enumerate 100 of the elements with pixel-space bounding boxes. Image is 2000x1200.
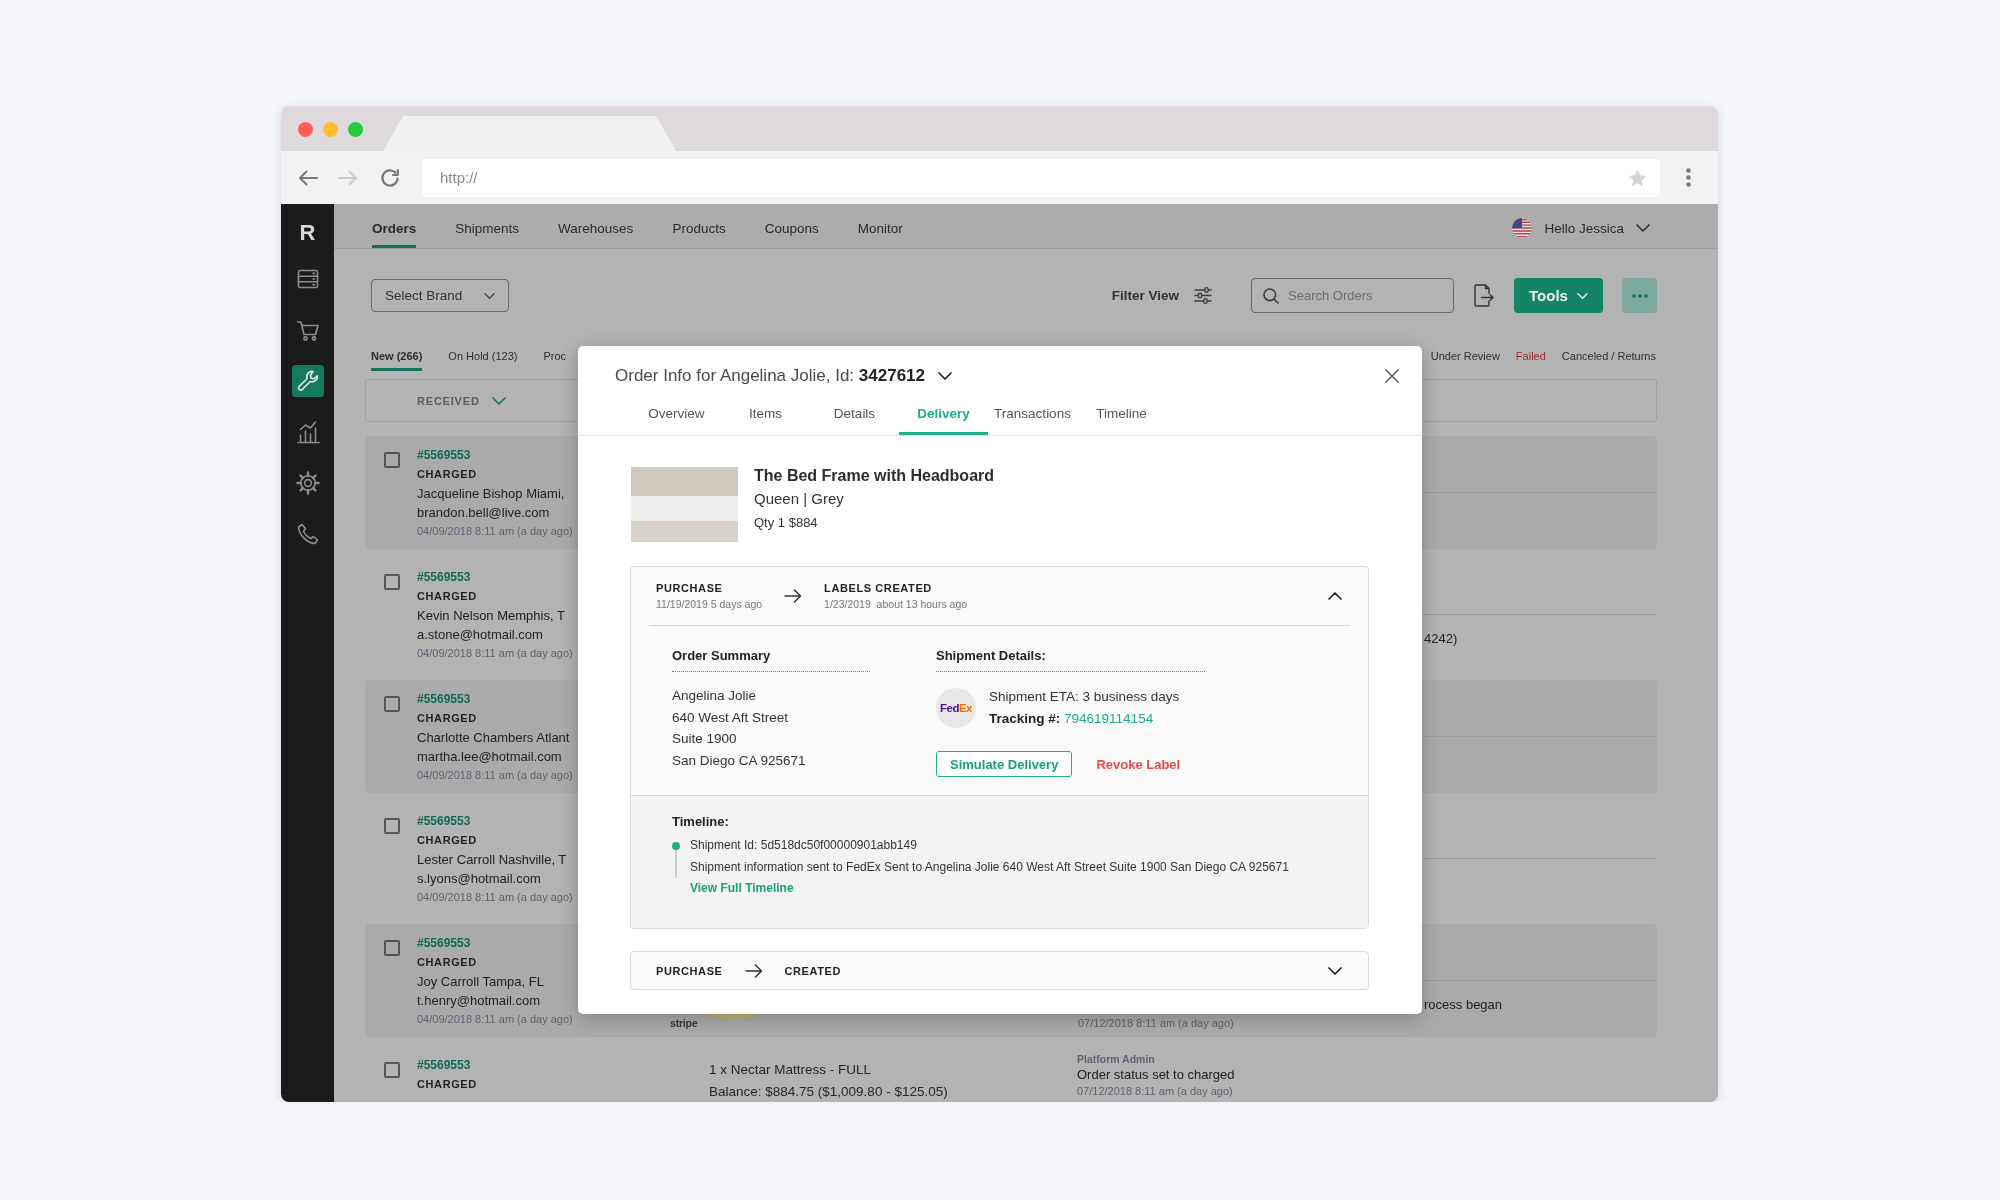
status-label: CHARGED (417, 833, 477, 848)
timeline-event-title: Shipment Id: 5d518dc50f00000901abb149 (690, 837, 917, 854)
status-label: CHARGED (417, 955, 477, 970)
action-button[interactable]: Simulate Delivery (936, 751, 1073, 777)
settings-icon[interactable] (295, 471, 320, 495)
status-tab[interactable]: New (266) (371, 343, 423, 371)
server-icon[interactable] (295, 267, 320, 291)
step-date: 11/19/2019 5 days ago (656, 597, 763, 612)
dots-icon (1631, 293, 1648, 298)
status-tab[interactable]: Proc (543, 343, 567, 371)
chevron-down-icon (1636, 224, 1650, 232)
timeline-dot-icon (672, 842, 680, 850)
nav-tab[interactable]: Products (672, 204, 726, 248)
customer-email: martha.lee@hotmail.com (417, 748, 562, 766)
address-line: Suite 1900 (672, 730, 737, 748)
order-detail-text: Balance: $884.75 ($1,009.80 - $125.05) (709, 1083, 948, 1101)
chevron-down-icon (491, 396, 506, 405)
wrench-icon[interactable] (291, 365, 324, 397)
status-tab[interactable]: Failed (1515, 343, 1546, 371)
order-date: 04/09/2018 8:11 am (a day ago) (417, 1012, 573, 1027)
filter-view-button[interactable]: Filter View (1111, 287, 1212, 304)
status-label: CHARGED (417, 589, 477, 604)
address-line: 640 West Aft Street (672, 708, 789, 727)
modal-tab[interactable]: Timeline (1077, 394, 1166, 435)
badge-icon (708, 1014, 759, 1019)
checkbox[interactable] (384, 452, 400, 468)
timeline-event-text: Shipment information sent to FedEx Sent to Angelina Jolie 640 West Aft Street Suite 1900 San Diego CA 925671 (690, 858, 1289, 876)
nav-tab[interactable]: Shipments (455, 204, 520, 248)
order-date: 04/09/2018 8:11 am (a day ago) (417, 646, 573, 661)
close-window-icon[interactable] (298, 122, 313, 137)
step-date: 1/23/2019 about 13 hours ago (824, 597, 968, 612)
activity-text: 4242) (1424, 630, 1458, 648)
chevron-down-icon (1576, 292, 1588, 299)
customer-name: Joy Carroll Tampa, FL (417, 973, 544, 991)
checkbox[interactable] (384, 696, 400, 712)
status-tab[interactable]: Under Review (1430, 343, 1500, 371)
nav-tab[interactable]: Warehouses (558, 204, 634, 248)
customer-name: Charlotte Chambers Atlant (417, 729, 570, 747)
order-date: 04/09/2018 8:11 am (a day ago) (417, 890, 573, 905)
kebab-menu-icon[interactable] (1686, 168, 1691, 187)
customer-email: s.lyons@hotmail.com (417, 870, 541, 888)
chevron-down-icon[interactable] (938, 372, 952, 380)
logo[interactable]: R (299, 221, 316, 245)
customer-name: Lester Carroll Nashville, T (417, 851, 567, 869)
checkbox[interactable] (384, 574, 400, 590)
step-label: PURCHASE (656, 963, 723, 979)
chart-icon[interactable] (295, 420, 320, 444)
customer-email: brandon.bell@live.com (417, 504, 550, 522)
close-icon[interactable] (1385, 369, 1399, 383)
arrow-right-icon (744, 963, 763, 978)
eta-text: Shipment ETA: 3 business days (989, 688, 1180, 706)
address-line: Angelina Jolie (672, 687, 757, 705)
sliders-icon (1194, 287, 1212, 304)
cart-icon[interactable] (295, 318, 320, 342)
section-title: Order Summary (672, 647, 771, 665)
modal-tab[interactable]: Transactions (988, 394, 1077, 435)
chevron-down-icon[interactable] (1328, 966, 1342, 975)
modal-tab[interactable]: Items (721, 394, 810, 435)
customer-name: Jacqueline Bishop Miami, (417, 485, 565, 503)
checkbox[interactable] (384, 1062, 400, 1078)
nav-tab[interactable]: Coupons (764, 204, 819, 248)
export-icon[interactable] (1473, 284, 1494, 307)
order-date: 04/09/2018 8:11 am (a day ago) (417, 524, 573, 539)
carrier-logo: FedEx (936, 688, 976, 728)
step-label: LABELS CREATED (824, 581, 932, 596)
status-tab[interactable]: On Hold (123) (448, 343, 518, 371)
chevron-up-icon[interactable] (1328, 592, 1342, 600)
arrow-right-icon (784, 589, 803, 603)
status-tab[interactable]: Canceled / Returns (1561, 343, 1656, 371)
status-label: CHARGED (417, 711, 477, 726)
activity-text: Order status set to charged (1077, 1067, 1235, 1083)
flag-icon (1512, 218, 1533, 238)
product-variant: Queen | Grey (754, 489, 844, 509)
search-icon (1263, 287, 1279, 304)
nav-tab[interactable]: Monitor (857, 204, 903, 248)
activity-time: 07/12/2018 8:11 am (a day ago) (1077, 1084, 1233, 1099)
phone-icon[interactable] (295, 522, 320, 546)
address-field[interactable]: http:// (422, 158, 1660, 197)
tools-button[interactable]: Tools (1514, 278, 1603, 313)
modal-tab[interactable]: Details (810, 394, 899, 435)
user-menu-button[interactable]: Hello Jessica (1544, 220, 1650, 236)
step-label: CREATED (784, 963, 842, 979)
chevron-down-icon (484, 292, 495, 299)
section-title: Shipment Details: (936, 647, 1046, 665)
section-title: Timeline: (672, 813, 730, 831)
destructive-action-button[interactable]: Revoke Label (1096, 756, 1181, 772)
address-line: San Diego CA 925671 (672, 751, 806, 770)
customer-email: t.henry@hotmail.com (417, 992, 541, 1010)
checkbox[interactable] (384, 940, 400, 956)
checkbox[interactable] (384, 818, 400, 834)
payment-logo: stripe (670, 1016, 698, 1031)
nav-tab[interactable]: Orders (372, 204, 417, 248)
product-price: Qty 1 $884 (754, 514, 818, 532)
brand-select[interactable]: Select Brand (371, 279, 509, 312)
reload-icon[interactable] (380, 167, 400, 188)
modal-tab[interactable]: Overview (632, 394, 721, 435)
star-icon[interactable] (1628, 168, 1647, 187)
back-icon[interactable] (298, 169, 318, 186)
status-label: CHARGED (417, 1077, 477, 1092)
status-label: CHARGED (417, 467, 477, 482)
